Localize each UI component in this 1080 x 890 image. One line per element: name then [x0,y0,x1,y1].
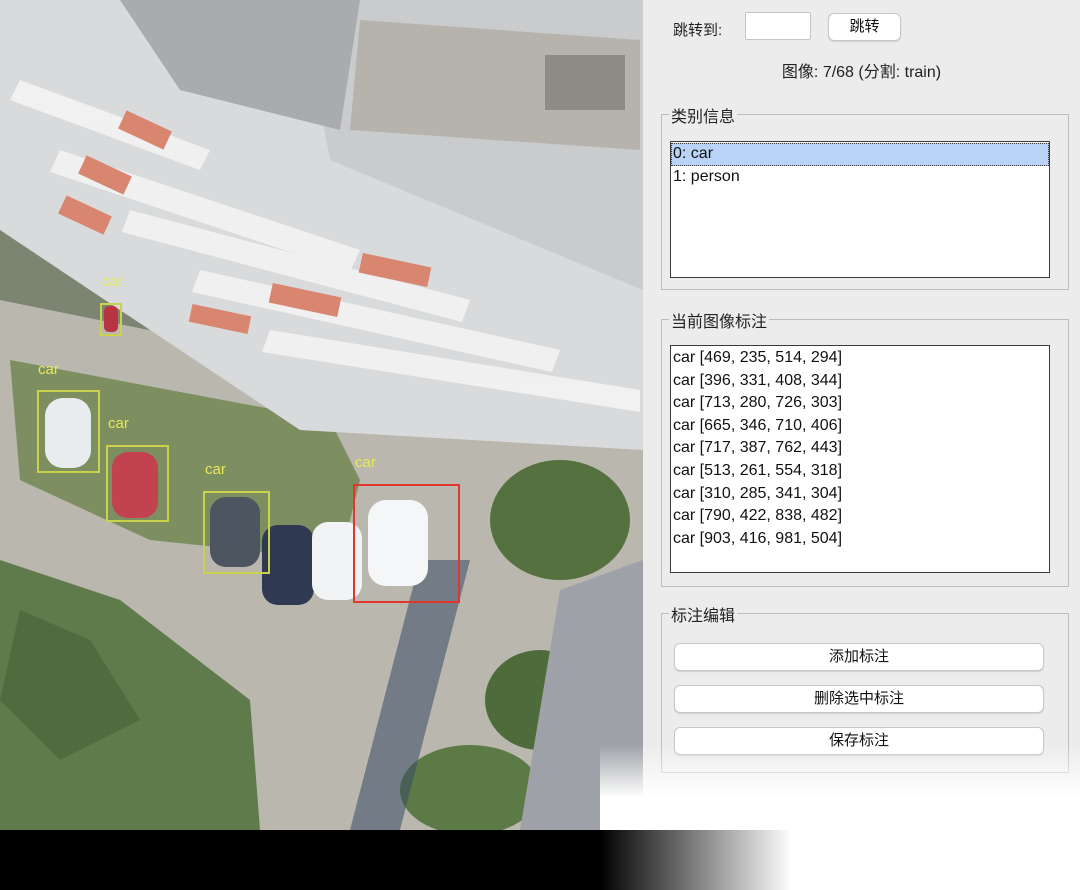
image-canvas[interactable]: car car car car car [0,0,643,830]
side-panel: 跳转到: 跳转 图像: 7/68 (分割: train) 类别信息 0: car… [643,0,1080,773]
annotations-title: 当前图像标注 [669,308,770,332]
annotations-group: 当前图像标注 car [469, 235, 514, 294] car [396… [661,308,1069,587]
bbox-car-2[interactable] [37,390,100,473]
bbox-label: car [38,361,59,378]
image-info: 图像: 7/68 (分割: train) [781,64,942,81]
bbox-car-3[interactable] [106,445,169,522]
annotation-list[interactable]: car [469, 235, 514, 294] car [396, 331, … [670,345,1050,573]
edit-title: 标注编辑 [669,602,738,626]
annotation-item[interactable]: car [790, 422, 838, 482] [671,505,1049,528]
delete-annotation-button[interactable]: 删除选中标注 [674,685,1044,713]
annotation-item[interactable]: car [903, 416, 981, 504] [671,528,1049,551]
bbox-car-selected[interactable] [353,484,460,603]
annotation-item[interactable]: car [396, 331, 408, 344] [671,370,1049,393]
panel-fade-overlay [600,745,1080,840]
jump-button[interactable]: 跳转 [828,13,901,41]
annotation-item[interactable]: car [310, 285, 341, 304] [671,483,1049,506]
class-list[interactable]: 0: car 1: person [670,141,1050,278]
jump-label: 跳转到: [673,22,723,39]
annotation-item[interactable]: car [717, 387, 762, 443] [671,437,1049,460]
annotation-item[interactable]: car [713, 280, 726, 303] [671,392,1049,415]
annotation-item[interactable]: car [513, 261, 554, 318] [671,460,1049,483]
class-info-title: 类别信息 [669,103,738,127]
class-info-group: 类别信息 0: car 1: person [661,103,1069,290]
bbox-car-4[interactable] [203,491,270,574]
annotation-item[interactable]: car [665, 346, 710, 406] [671,415,1049,438]
bottom-bar [0,830,1080,890]
jump-input[interactable] [745,12,811,40]
class-item-car[interactable]: 0: car [671,143,1049,166]
bottom-fade [600,830,1080,890]
bbox-car-1[interactable] [100,303,122,336]
class-item-person[interactable]: 1: person [671,166,1049,189]
bbox-label: car [108,415,129,432]
annotation-item[interactable]: car [469, 235, 514, 294] [671,347,1049,370]
add-annotation-button[interactable]: 添加标注 [674,643,1044,671]
bbox-label: car [355,454,376,471]
bbox-label: car [102,273,123,290]
bbox-label: car [205,461,226,478]
